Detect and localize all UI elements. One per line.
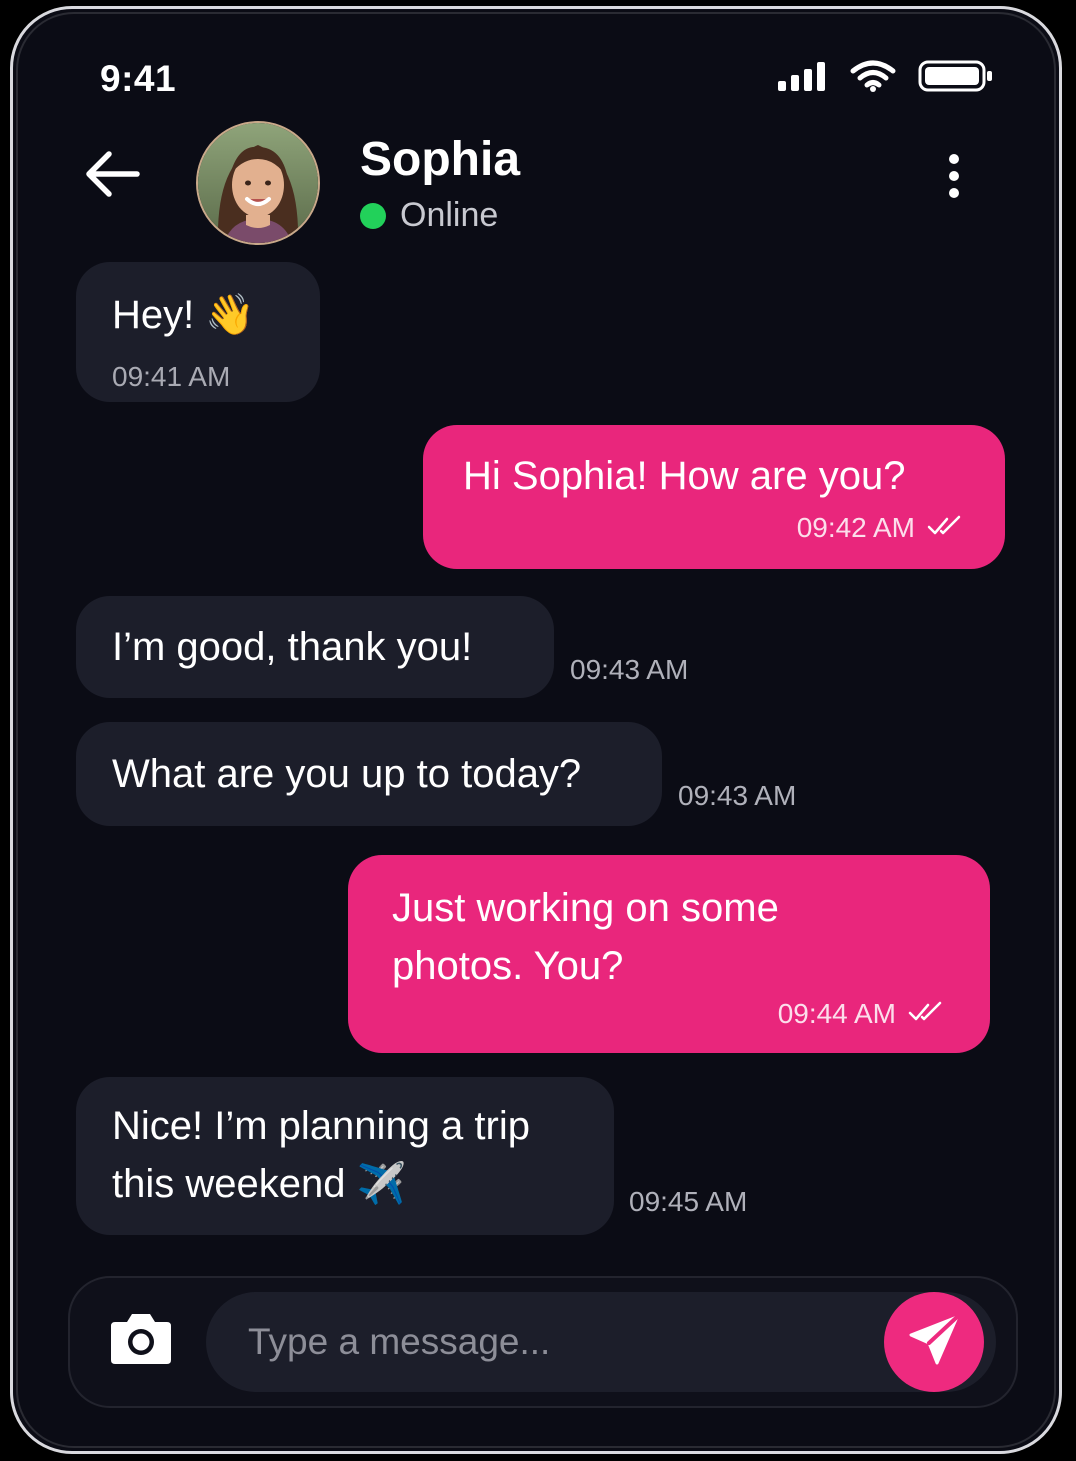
- message-input[interactable]: [206, 1292, 996, 1392]
- message-time: 09:43 AM: [570, 654, 689, 685]
- camera-button[interactable]: [108, 1306, 174, 1372]
- message-bubble-outgoing[interactable]: Hi Sophia! How are you? 09:42 AM: [423, 425, 1005, 569]
- more-vertical-icon: [949, 154, 959, 164]
- message-bubble-incoming[interactable]: What are you up to today?: [76, 722, 662, 826]
- online-indicator-icon: [360, 202, 386, 229]
- double-check-icon: [908, 997, 946, 1031]
- screen: 9:41 Sophia Online Hey! 👋 09:41 AM Hi So…: [16, 12, 1056, 1448]
- message-bubble-incoming[interactable]: I’m good, thank you!: [76, 596, 554, 698]
- double-check-icon: [927, 511, 965, 545]
- message-bubble-incoming[interactable]: Hey! 👋 09:41 AM: [76, 262, 320, 402]
- message-text: What are you up to today?: [112, 752, 582, 796]
- cellular-signal-icon: [778, 61, 828, 96]
- message-composer: [68, 1276, 1018, 1408]
- camera-icon: [109, 1308, 173, 1371]
- message-text: Nice! I’m planning a trip this weekend ✈…: [112, 1104, 530, 1206]
- message-text: Just working on some photos. You?: [392, 886, 779, 988]
- presence-status: Online: [360, 196, 498, 235]
- message-text: Hi Sophia! How are you?: [463, 454, 906, 498]
- message-text: I’m good, thank you!: [112, 625, 473, 669]
- message-meta: 09:44 AM: [392, 997, 946, 1031]
- message-time: 09:42 AM: [796, 512, 915, 543]
- battery-icon: [918, 60, 994, 97]
- message-time: 09:45 AM: [629, 1186, 748, 1217]
- message-text: Hey! 👋: [112, 293, 256, 337]
- message-bubble-outgoing[interactable]: Just working on some photos. You? 09:44 …: [348, 855, 990, 1053]
- status-time: 9:41: [100, 58, 177, 99]
- send-icon: [907, 1313, 961, 1372]
- status-icons: [778, 60, 994, 97]
- presence-label: Online: [400, 196, 499, 234]
- phone-frame: 9:41 Sophia Online Hey! 👋 09:41 AM Hi So…: [10, 6, 1062, 1454]
- waving-hand-emoji: 👋: [205, 293, 256, 337]
- arrow-left-icon: [83, 149, 141, 204]
- message-bubble-incoming[interactable]: Nice! I’m planning a trip this weekend ✈…: [76, 1077, 614, 1235]
- more-options-button[interactable]: [934, 144, 974, 208]
- message-time: 09:41 AM: [112, 361, 231, 392]
- message-time: 09:44 AM: [777, 998, 896, 1029]
- contact-name: Sophia: [360, 133, 521, 186]
- send-button[interactable]: [884, 1292, 984, 1392]
- avatar[interactable]: [196, 121, 320, 245]
- back-button[interactable]: [80, 144, 144, 208]
- wifi-icon: [850, 60, 896, 97]
- message-time: 09:43 AM: [678, 780, 797, 811]
- message-meta: 09:42 AM: [463, 511, 965, 545]
- airplane-emoji: ✈️: [356, 1162, 407, 1206]
